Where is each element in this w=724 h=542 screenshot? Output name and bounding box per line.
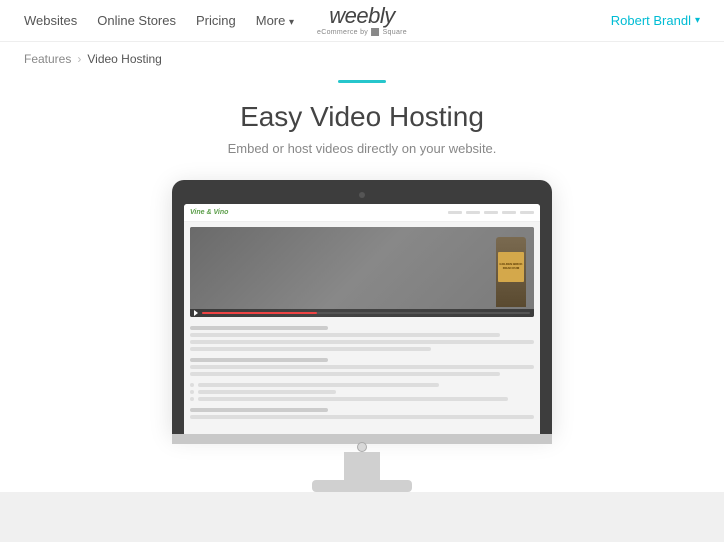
monitor-illustration: Vine & Vino GOLDEN BRICK ROAD RUM [0,180,724,492]
video-playbar [190,309,534,317]
content-line [198,383,439,387]
screen-nav-link [484,211,498,214]
logo-sub: eCommerce by Square [317,28,407,36]
nav-more[interactable]: More ▾ [256,13,294,28]
monitor-base [312,480,412,492]
screen-logo: Vine & Vino [190,209,228,216]
more-chevron-icon: ▾ [289,17,294,28]
monitor-camera [359,192,365,198]
progress-fill [202,312,317,314]
breadcrumb-current: Video Hosting [87,52,162,66]
hero-title: Easy Video Hosting [240,101,484,133]
screen-nav-link [466,211,480,214]
content-line [190,358,328,362]
square-icon [371,28,379,36]
weebly-logo[interactable]: weebly eCommerce by Square [317,5,407,36]
video-overlay: GOLDEN BRICK ROAD RUM [190,227,534,317]
monitor-power-button [357,442,367,452]
nav-links: Websites Online Stores Pricing More ▾ [24,13,294,28]
screen-video: GOLDEN BRICK ROAD RUM [190,227,534,317]
monitor-neck [344,452,380,480]
video-label: GOLDEN BRICK ROAD RUM [498,252,524,282]
monitor-screen: Vine & Vino GOLDEN BRICK ROAD RUM [184,204,540,434]
content-line [190,326,328,330]
main-nav: Websites Online Stores Pricing More ▾ we… [0,0,724,42]
video-bottle: GOLDEN BRICK ROAD RUM [496,237,526,307]
breadcrumb-separator: › [77,52,81,66]
screen-content [184,322,540,426]
content-line [198,390,336,394]
user-chevron-icon: ▾ [695,15,700,26]
logo-text: weebly [329,5,394,27]
content-line [190,408,328,412]
breadcrumb: Features › Video Hosting [0,42,724,76]
screen-nav: Vine & Vino [184,204,540,222]
user-menu[interactable]: Robert Brandl ▾ [611,13,700,28]
screen-nav-links [448,211,534,214]
progress-bar [202,312,530,314]
content-line [190,347,431,351]
user-name: Robert Brandl [611,13,691,28]
hero-section: Easy Video Hosting Embed or host videos … [0,76,724,166]
breadcrumb-parent[interactable]: Features [24,52,71,66]
screen-nav-link [448,211,462,214]
content-line [190,415,534,419]
monitor-body: Vine & Vino GOLDEN BRICK ROAD RUM [172,180,552,434]
hero-subtitle: Embed or host videos directly on your we… [228,141,497,156]
content-line [198,397,508,401]
content-line [190,372,500,376]
hero-accent-bar [338,80,386,83]
video-label-text: GOLDEN BRICK ROAD RUM [498,263,524,270]
nav-online-stores[interactable]: Online Stores [97,13,176,28]
nav-websites[interactable]: Websites [24,13,77,28]
content-line [190,340,534,344]
screen-nav-link [502,211,516,214]
screen-nav-link [520,211,534,214]
nav-pricing[interactable]: Pricing [196,13,236,28]
content-line [190,333,500,337]
content-line [190,365,534,369]
play-icon [194,310,199,316]
